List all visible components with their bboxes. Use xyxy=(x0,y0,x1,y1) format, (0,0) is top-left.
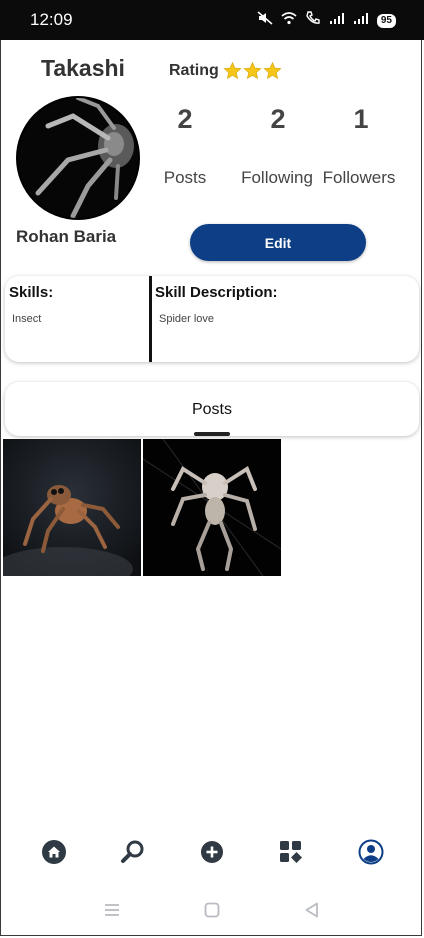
battery-indicator: 95 xyxy=(376,13,396,28)
posts-count: 2 xyxy=(177,104,193,134)
home-button-icon[interactable] xyxy=(200,900,224,920)
followers-count[interactable]: 1 xyxy=(331,104,391,135)
rating-label: Rating xyxy=(169,61,219,79)
avatar[interactable] xyxy=(16,96,140,220)
posts-tabbar: Posts xyxy=(5,382,419,436)
wifi-icon xyxy=(281,11,297,30)
status-bar: 12:09 95 xyxy=(0,0,424,40)
signal-icon-1 xyxy=(329,12,345,30)
edit-profile-button[interactable]: Edit xyxy=(190,224,366,261)
skill-description-heading: Skill Description: xyxy=(155,284,278,301)
username: Takashi xyxy=(41,55,125,81)
post-thumbnail[interactable] xyxy=(143,439,281,576)
status-time: 12:09 xyxy=(30,10,73,29)
post-thumbnail[interactable] xyxy=(3,439,141,576)
display-name: Rohan Baria xyxy=(16,227,117,246)
skills-divider xyxy=(149,276,152,362)
skills-card: Skills: Insect Skill Description: Spider… xyxy=(5,276,419,362)
mute-icon xyxy=(257,11,273,30)
tab-posts[interactable]: Posts xyxy=(5,401,419,419)
status-icons: 95 xyxy=(257,11,396,30)
signal-icon-2 xyxy=(353,12,369,30)
following-count[interactable]: 2 xyxy=(248,104,308,135)
profile-icon[interactable] xyxy=(357,838,385,866)
star-icon xyxy=(243,61,262,80)
star-icon xyxy=(263,61,282,80)
skills-heading: Skills: xyxy=(9,284,54,301)
skills-value: Insect xyxy=(12,313,42,325)
add-icon[interactable] xyxy=(198,838,226,866)
recent-apps-icon[interactable] xyxy=(100,900,124,920)
star-icon xyxy=(223,61,242,80)
home-icon[interactable] xyxy=(40,838,68,866)
followers-label[interactable]: Followers xyxy=(304,168,414,188)
skill-description-value: Spider love xyxy=(159,313,215,325)
rating: Rating xyxy=(169,61,282,80)
search-icon[interactable] xyxy=(119,838,147,866)
call-icon xyxy=(305,11,321,30)
back-icon[interactable] xyxy=(300,900,324,920)
tab-indicator xyxy=(194,432,230,436)
dashboard-icon[interactable] xyxy=(277,838,305,866)
rating-stars xyxy=(223,61,282,80)
